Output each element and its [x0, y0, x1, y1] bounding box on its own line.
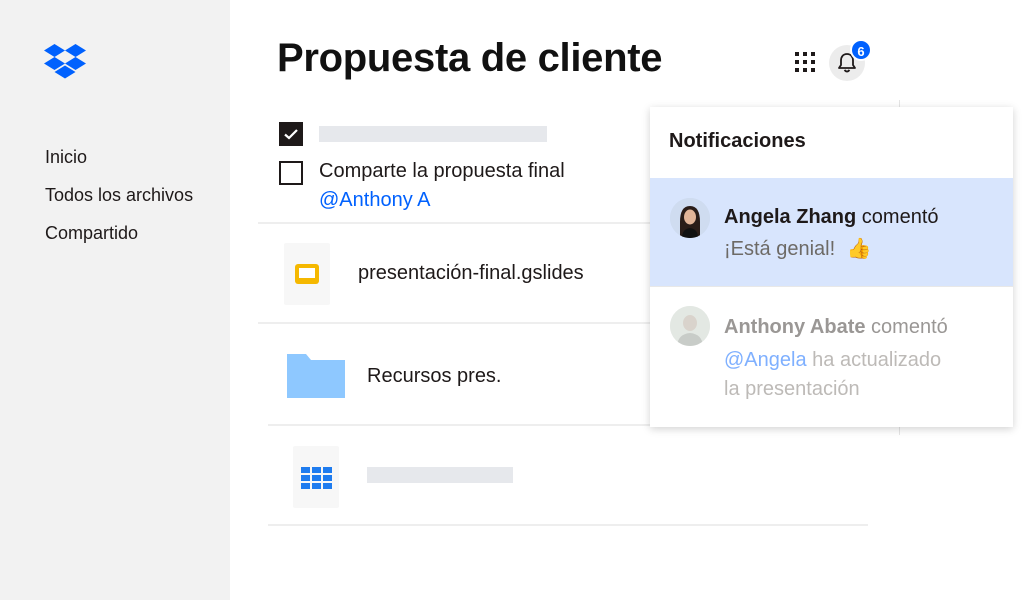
- google-slides-icon: [295, 264, 319, 284]
- file-thumbnail[interactable]: [293, 446, 339, 508]
- grid-apps-icon[interactable]: [793, 50, 817, 74]
- row-divider: [258, 222, 650, 224]
- notification-text: ha actualizado: [812, 349, 942, 371]
- sidebar: Inicio Todos los archivos Compartido: [0, 0, 230, 600]
- row-divider: [258, 322, 650, 324]
- notifications-title: Notificaciones: [669, 130, 806, 152]
- sidebar-item-todos-los-archivos[interactable]: Todos los archivos: [45, 176, 193, 214]
- dropbox-logo-icon[interactable]: [44, 44, 86, 80]
- sidebar-item-inicio[interactable]: Inicio: [45, 138, 193, 176]
- notification-text: ¡Está genial!: [724, 238, 836, 260]
- notification-author: Anthony Abate: [724, 316, 866, 338]
- notification-title: Angela Zhang comentó: [724, 206, 939, 229]
- task-checkbox[interactable]: [279, 161, 303, 185]
- file-name-placeholder: [367, 467, 513, 483]
- thumbs-up-icon: 👍: [846, 238, 872, 260]
- notification-message: @Angela ha actualizado la presentación: [724, 346, 941, 404]
- folder-icon[interactable]: [286, 350, 346, 400]
- notification-item[interactable]: Angela Zhang comentó ¡Está genial! 👍: [650, 178, 1013, 286]
- notification-mention[interactable]: @Angela: [724, 349, 807, 371]
- notification-title: Anthony Abate comentó: [724, 316, 948, 339]
- avatar: [670, 306, 710, 346]
- notification-action: comentó: [861, 206, 939, 228]
- task-placeholder: [319, 126, 547, 142]
- page-title: Propuesta de cliente: [277, 36, 663, 80]
- notification-count-badge: 6: [850, 39, 872, 61]
- file-name[interactable]: presentación-final.gslides: [358, 262, 584, 285]
- sidebar-item-compartido[interactable]: Compartido: [45, 214, 193, 252]
- notification-text: la presentación: [724, 378, 860, 400]
- spreadsheet-icon: [301, 467, 332, 489]
- row-divider: [268, 524, 868, 526]
- notification-action: comentó: [871, 316, 948, 338]
- notification-message: ¡Está genial! 👍: [724, 235, 872, 264]
- notification-author: Angela Zhang: [724, 206, 857, 228]
- task-text: Comparte la propuesta final: [319, 160, 565, 182]
- notifications-panel: Notificaciones Angela Zhang comentó ¡Est…: [650, 107, 1013, 427]
- checkmark-icon: [284, 129, 298, 140]
- task-checkbox-checked[interactable]: [279, 122, 303, 146]
- task-mention-link[interactable]: @Anthony A: [319, 189, 430, 212]
- folder-name[interactable]: Recursos pres.: [367, 365, 502, 388]
- notification-item[interactable]: Anthony Abate comentó @Angela ha actuali…: [650, 286, 1013, 427]
- sidebar-nav: Inicio Todos los archivos Compartido: [45, 138, 193, 252]
- notifications-button[interactable]: 6: [829, 39, 872, 81]
- file-thumbnail[interactable]: [284, 243, 330, 305]
- avatar: [670, 198, 710, 238]
